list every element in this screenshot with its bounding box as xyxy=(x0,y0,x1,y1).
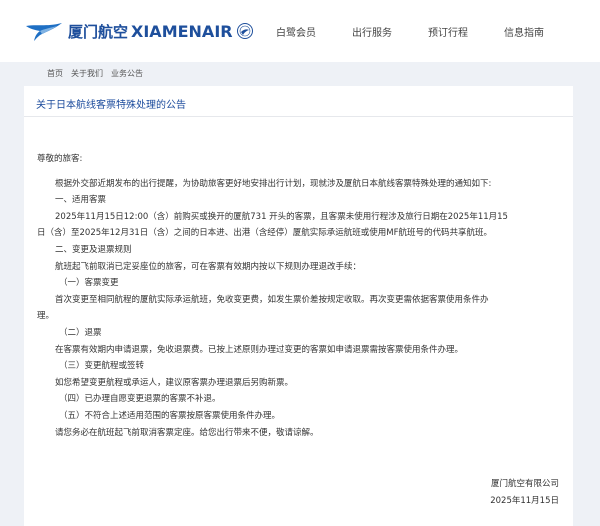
title-divider xyxy=(24,116,573,117)
notice-paragraph: 2025年11月15日12:00（含）前购买或换开的厦航731 开头的客票，且客… xyxy=(55,211,508,222)
subsection-heading: （三）变更航程或签转 xyxy=(59,361,145,372)
notice-date: 2025年11月15日 xyxy=(490,496,559,506)
main-nav: 白鹭会员 出行服务 预订行程 信息指南 xyxy=(276,24,544,39)
logo-text-cn: 厦门航空 xyxy=(68,22,129,41)
notice-paragraph: 首次变更至相同航程的厦航实际承运航班，免收变更费，如发生票价差按规定收取。再次变… xyxy=(55,294,489,305)
notice-paragraph: 航班起飞前取消已定妥座位的旅客，可在客票有效期内按以下规则办理退改手续： xyxy=(55,261,362,272)
logo-text-en: XIAMENAIR xyxy=(131,21,233,41)
subsection-heading: （二）退票 xyxy=(59,327,102,338)
notice-paragraph: 根据外交部近期发布的出行提醒，为协助旅客更好地安排出行计划，现就涉及厦航日本航线… xyxy=(55,178,492,189)
nav-booking[interactable]: 预订行程 xyxy=(428,24,468,39)
notice-paragraph: 如您希望变更航程或承运人，建议原客票办理退票后另购新票。 xyxy=(55,377,294,388)
subsection-heading: （五）不符合上述适用范围的客票按原客票使用条件办理。 xyxy=(59,410,281,421)
notice-paragraph: 理。 xyxy=(37,311,55,322)
signature: 厦门航空有限公司 xyxy=(490,479,559,489)
notice-paragraph: 在客票有效期内申请退票，免收退票费。已按上述原则办理过变更的客票如申请退票需按客… xyxy=(55,344,464,355)
nav-egret-member[interactable]: 白鹭会员 xyxy=(276,24,316,39)
signature-block: 厦门航空有限公司 2025年11月15日 xyxy=(490,476,559,510)
section-heading: 一、适用客票 xyxy=(55,195,107,206)
notice-card: 关于日本航线客票特殊处理的公告 尊敬的旅客: 根据外交部近期发布的出行提醒，为协… xyxy=(24,86,573,526)
breadcrumb: 首页 关于我们 业务公告 xyxy=(47,68,151,79)
notice-paragraph: 日（含）至2025年12月31日（含）之间的日本进、出港（含经停）厦航实际承运航… xyxy=(37,228,492,239)
breadcrumb-announcements[interactable]: 业务公告 xyxy=(111,68,143,79)
notice-body: 尊敬的旅客: 根据外交部近期发布的出行提醒，为协助旅客更好地安排出行计划，现就涉… xyxy=(37,151,562,441)
section-heading: 二、变更及退票规则 xyxy=(55,244,132,255)
xiamenair-seal-icon xyxy=(236,22,254,40)
nav-travel-service[interactable]: 出行服务 xyxy=(352,24,392,39)
nav-info-guide[interactable]: 信息指南 xyxy=(504,24,544,39)
page-title: 关于日本航线客票特殊处理的公告 xyxy=(36,100,186,111)
greeting: 尊敬的旅客: xyxy=(37,154,83,164)
breadcrumb-home[interactable]: 首页 xyxy=(47,68,63,79)
site-header: 厦门航空 XIAMENAIR 白鹭会员 出行服务 预订行程 信息指南 xyxy=(0,0,600,62)
xiamenair-logo[interactable]: 厦门航空 XIAMENAIR xyxy=(24,20,254,42)
notice-paragraph: 请您务必在航班起飞前取消客票定座。给您出行带来不便，敬请谅解。 xyxy=(55,427,319,438)
breadcrumb-about[interactable]: 关于我们 xyxy=(71,68,103,79)
egret-logo-icon xyxy=(24,20,64,42)
subsection-heading: （一）客票变更 xyxy=(59,278,119,289)
subsection-heading: （四）已办理自愿变更退票的客票不补退。 xyxy=(59,394,221,405)
